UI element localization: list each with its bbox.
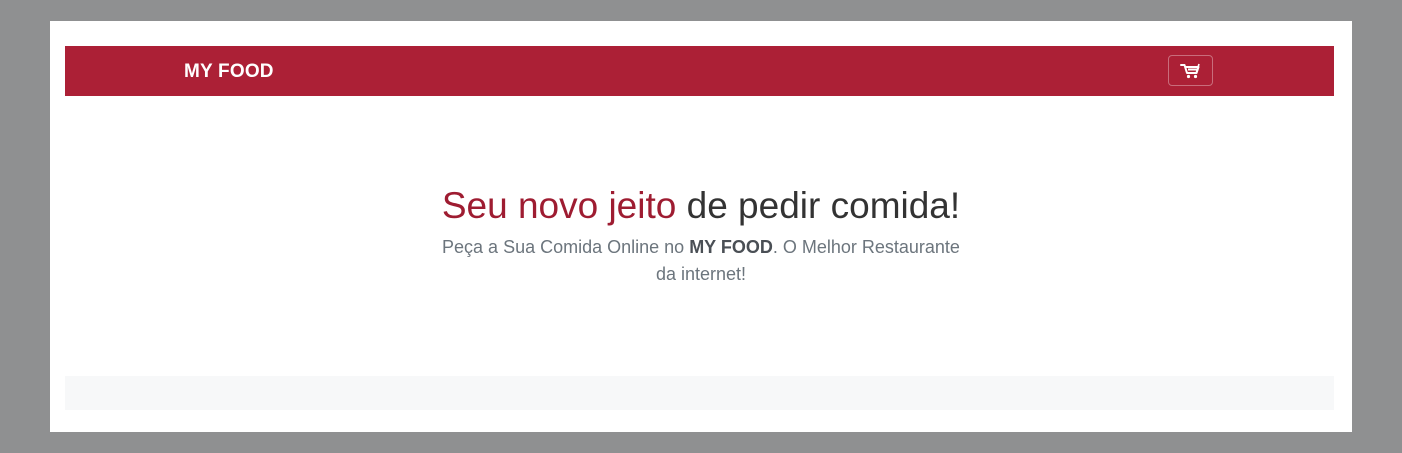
hero-subtitle-before: Peça a Sua Comida Online no xyxy=(442,237,690,257)
cart-button[interactable] xyxy=(1168,55,1213,86)
brand-logo-link[interactable]: MY FOOD xyxy=(184,61,274,82)
hero-subtitle-brand: MY FOOD xyxy=(689,237,773,257)
page-container: MY FOOD Seu novo jeito de pedir comida! … xyxy=(50,21,1352,432)
hero-title: Seu novo jeito de pedir comida! xyxy=(50,184,1352,228)
hero-section: Seu novo jeito de pedir comida! Peça a S… xyxy=(50,184,1352,288)
footer-strip xyxy=(65,376,1334,410)
hero-subtitle: Peça a Sua Comida Online no MY FOOD. O M… xyxy=(431,234,971,288)
top-navbar: MY FOOD xyxy=(65,46,1334,96)
hero-title-accent: Seu novo jeito xyxy=(441,185,677,226)
shopping-cart-icon xyxy=(1179,63,1202,79)
hero-title-rest: de pedir comida! xyxy=(676,185,961,226)
